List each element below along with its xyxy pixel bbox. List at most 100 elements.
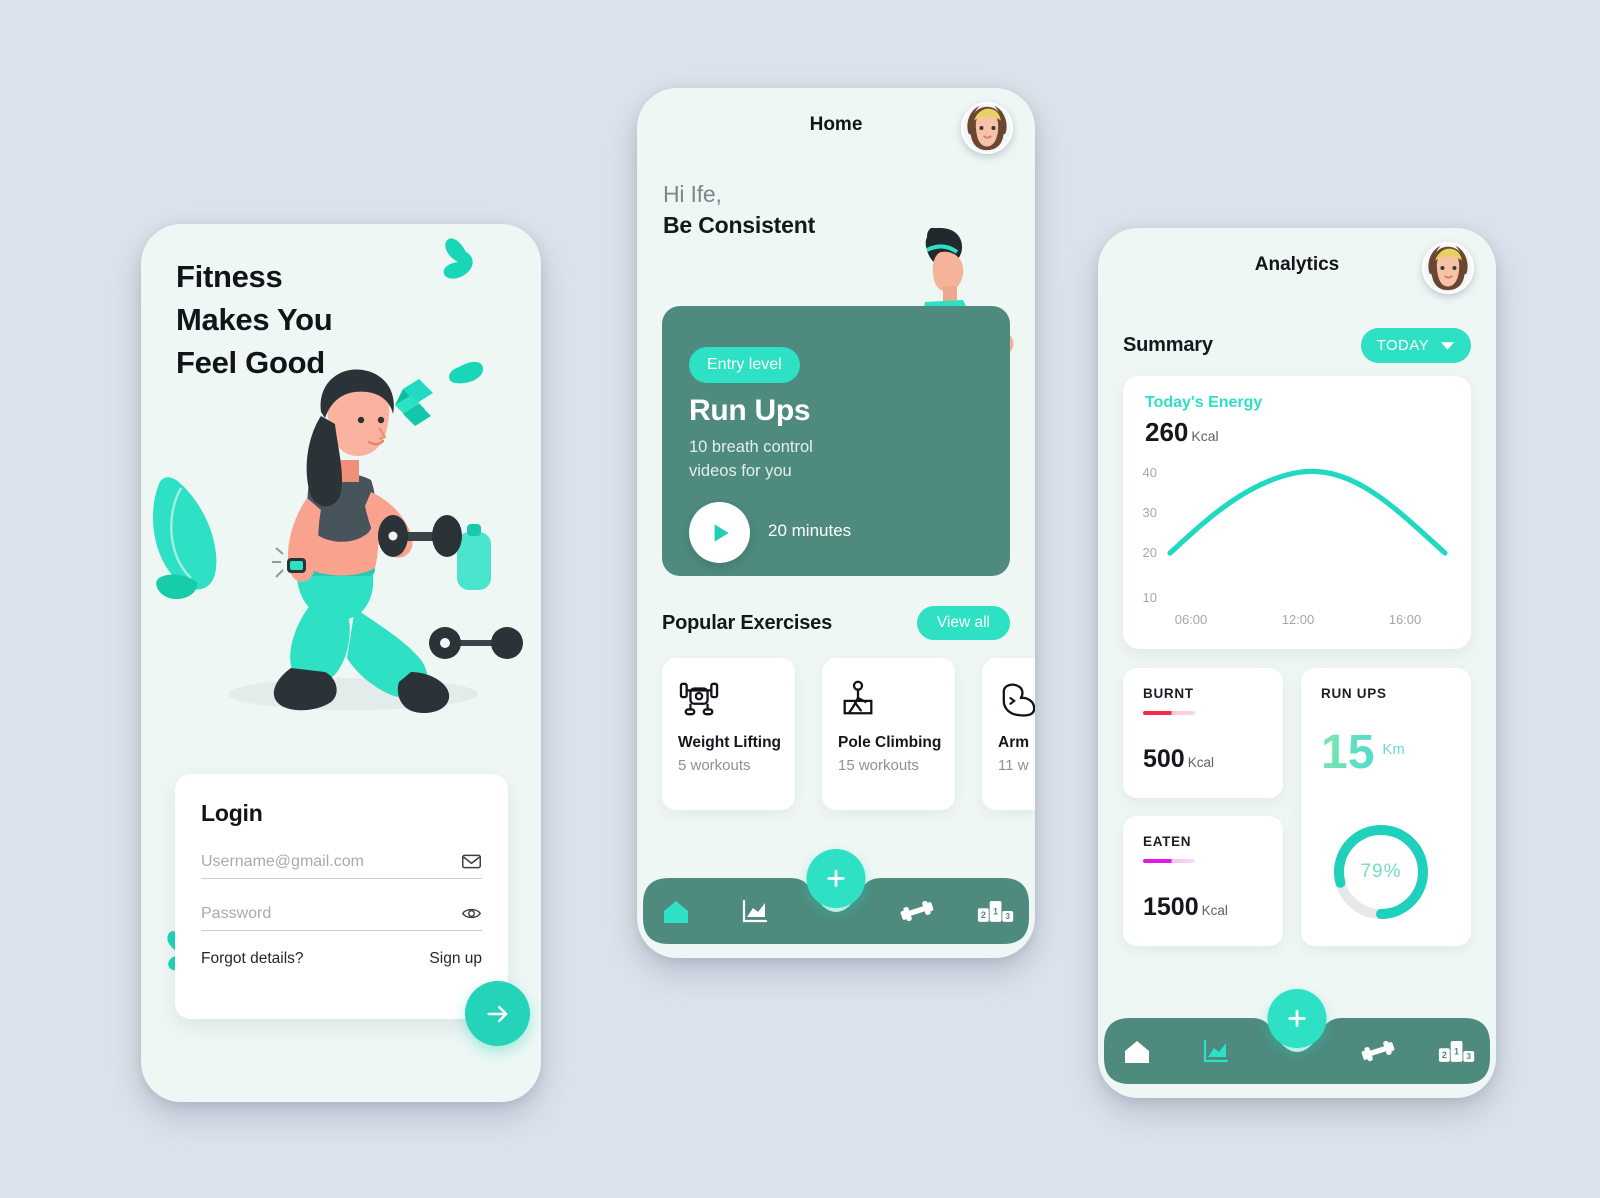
login-screen-phone: Fitness Makes You Feel Good Login Userna… xyxy=(141,224,541,1102)
podium-icon: 2 1 3 xyxy=(1438,1041,1474,1062)
stat-card-burnt[interactable]: BURNT 500 Kcal xyxy=(1123,668,1283,798)
stats-grid: BURNT 500 Kcal EATEN 1500 Kcal RUN UPS 1… xyxy=(1123,668,1471,946)
chart-icon xyxy=(743,899,768,923)
exercise-name: Arm xyxy=(998,734,1030,751)
username-field-row xyxy=(201,853,482,879)
stat-value: 500 xyxy=(1143,745,1185,773)
chart-title: Today's Energy xyxy=(1145,394,1263,411)
nav-item-leaderboard[interactable]: 2 1 3 xyxy=(956,898,1035,924)
y-tick-40: 40 xyxy=(1143,465,1157,480)
list-item[interactable]: Pole Climbing 15 workouts xyxy=(822,658,955,810)
login-card: Login Forgot details? xyxy=(175,774,530,1046)
nav-item-workouts[interactable] xyxy=(1338,1038,1417,1064)
avatar[interactable] xyxy=(1422,242,1474,294)
run-ups-label: RUN UPS xyxy=(1321,686,1387,701)
featured-workout-card[interactable]: Entry level Run Ups 10 breath control vi… xyxy=(662,306,1010,576)
stat-label: EATEN xyxy=(1143,834,1192,849)
password-field-row xyxy=(201,905,482,931)
dumbbell-icon xyxy=(900,900,934,922)
stat-card-run-ups[interactable]: RUN UPS 15 Km 79% xyxy=(1301,668,1471,946)
eye-icon[interactable] xyxy=(461,903,482,924)
password-input[interactable] xyxy=(201,905,449,923)
x-tick-0600: 06:00 xyxy=(1175,612,1208,627)
view-all-button[interactable]: View all xyxy=(916,606,1010,640)
bottom-navigation: 2 1 3 xyxy=(1098,958,1496,1098)
dumbbell-icon xyxy=(1361,1040,1395,1062)
login-title: Login xyxy=(201,800,263,826)
nav-item-home[interactable] xyxy=(1098,1038,1177,1064)
greeting-block: Hi Ife, Be Consistent xyxy=(663,181,815,239)
exercise-count: 15 workouts xyxy=(838,757,919,774)
exercise-count: 11 w xyxy=(998,757,1029,774)
home-icon xyxy=(1125,1041,1150,1063)
period-label: TODAY xyxy=(1376,337,1429,354)
svg-text:1: 1 xyxy=(993,907,998,917)
svg-text:1: 1 xyxy=(1454,1047,1459,1057)
stat-value: 1500 xyxy=(1143,893,1199,921)
forgot-details-link[interactable]: Forgot details? xyxy=(201,950,304,968)
user-avatar-icon xyxy=(963,104,1011,152)
nav-item-analytics[interactable] xyxy=(716,898,795,924)
user-avatar-icon xyxy=(1424,244,1472,292)
nav-item-analytics[interactable] xyxy=(1177,1038,1256,1064)
sign-up-link[interactable]: Sign up xyxy=(429,950,482,968)
energy-chart-card: Today's Energy 260 Kcal 40 30 20 10 06:00… xyxy=(1123,376,1471,649)
stat-unit: Kcal xyxy=(1187,755,1214,770)
popular-exercises-header: Popular Exercises View all xyxy=(662,606,1010,640)
chart-icon xyxy=(1204,1039,1229,1063)
add-workout-button[interactable] xyxy=(806,849,866,908)
stat-unit: Kcal xyxy=(1201,903,1228,918)
progress-percentage: 79% xyxy=(1329,820,1433,924)
period-selector[interactable]: TODAY xyxy=(1360,328,1471,363)
stat-label: BURNT xyxy=(1143,686,1194,701)
podium-icon: 2 1 3 xyxy=(977,901,1013,922)
greeting-motto: Be Consistent xyxy=(663,212,816,238)
energy-line-chart: 40 30 20 10 06:00 12:00 16:00 xyxy=(1143,465,1448,627)
featured-workout-description: 10 breath control videos for you xyxy=(689,438,813,480)
arrow-right-icon xyxy=(486,1005,507,1022)
envelope-icon[interactable] xyxy=(461,851,482,872)
play-icon xyxy=(714,523,729,542)
run-ups-progress-ring: 79% xyxy=(1329,820,1433,924)
list-item[interactable]: Arm 11 w xyxy=(982,658,1035,810)
add-workout-button[interactable] xyxy=(1267,989,1327,1048)
play-button[interactable] xyxy=(689,502,750,563)
stat-card-eaten[interactable]: EATEN 1500 Kcal xyxy=(1123,816,1283,946)
level-badge: Entry level xyxy=(689,347,800,383)
bench-press-icon xyxy=(678,678,779,720)
plus-icon xyxy=(827,869,845,888)
username-input[interactable] xyxy=(201,853,449,871)
nav-item-leaderboard[interactable]: 2 1 3 xyxy=(1417,1038,1496,1064)
energy-unit: Kcal xyxy=(1191,428,1219,444)
mockup-canvas: Fitness Makes You Feel Good Login Userna… xyxy=(0,0,1600,1198)
run-ups-value: 15 xyxy=(1321,726,1375,779)
greeting-name: Hi Ife, xyxy=(663,181,722,207)
exercise-count: 5 workouts xyxy=(678,757,751,774)
x-tick-1200: 12:00 xyxy=(1282,612,1315,627)
nav-item-home[interactable] xyxy=(637,898,716,924)
pole-climb-icon xyxy=(838,678,939,720)
login-submit-button[interactable] xyxy=(465,981,530,1046)
nav-item-workouts[interactable] xyxy=(877,898,956,924)
y-tick-10: 10 xyxy=(1143,590,1157,605)
featured-workout-duration: 20 minutes xyxy=(768,521,852,540)
featured-workout-title: Run Ups xyxy=(689,394,811,427)
exercise-name: Weight Lifting xyxy=(678,734,782,751)
summary-label: Summary xyxy=(1123,334,1213,356)
chevron-down-icon xyxy=(1440,341,1455,350)
list-item[interactable]: Weight Lifting 5 workouts xyxy=(662,658,795,810)
home-icon xyxy=(664,901,689,923)
svg-text:3: 3 xyxy=(1466,1052,1471,1061)
eaten-accent-bar xyxy=(1143,859,1195,863)
avatar[interactable] xyxy=(961,102,1013,154)
analytics-screen-phone: Analytics Summary TODAY Today's Energy 2… xyxy=(1098,228,1496,1098)
bicep-icon xyxy=(998,678,1035,720)
svg-text:2: 2 xyxy=(1441,1050,1446,1060)
bottom-navigation: 2 1 3 xyxy=(637,818,1035,958)
x-tick-1600: 16:00 xyxy=(1389,612,1422,627)
svg-text:3: 3 xyxy=(1005,912,1010,921)
home-screen-phone: Home Hi Ife, Be Consistent Entry level R… xyxy=(637,88,1035,958)
energy-value: 260 xyxy=(1145,417,1189,447)
login-links-row: Forgot details? Sign up xyxy=(201,950,482,968)
summary-header: Summary TODAY xyxy=(1123,328,1471,363)
